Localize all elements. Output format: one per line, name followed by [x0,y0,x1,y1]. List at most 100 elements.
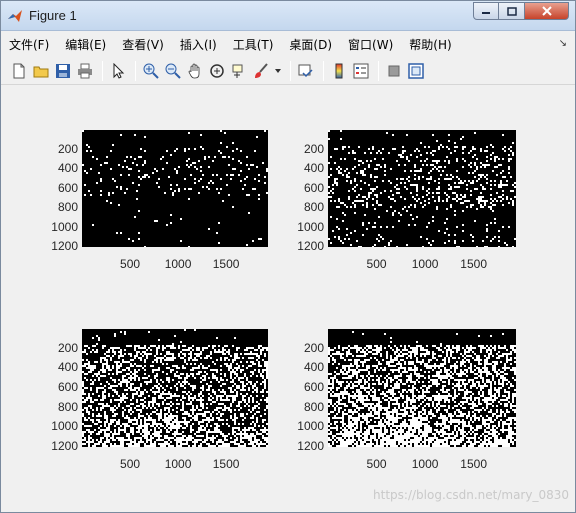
open-file-button[interactable] [31,61,51,81]
rotate-3d-icon [210,63,224,78]
y-tick-label: 1200 [297,239,324,253]
link-plot-button[interactable] [296,61,316,81]
zoom-in-button[interactable] [141,61,161,81]
y-tick-label: 600 [57,380,78,394]
binary-image [328,130,516,247]
x-tick-label: 1000 [411,257,439,271]
figure-toolbar [1,57,575,85]
menu-bar: 文件(F) 编辑(E) 查看(V) 插入(I) 工具(T) 桌面(D) 窗口(W… [1,32,575,56]
x-tick-label: 1500 [212,257,240,271]
y-tick-label: 800 [57,200,78,214]
data-cursor-icon [232,64,243,78]
y-tick-label: 400 [57,360,78,375]
pointer-button[interactable] [108,61,128,81]
zoom-in-icon [143,63,159,79]
x-tick-label: 1500 [460,457,487,471]
y-tick-label: 400 [57,161,78,175]
menu-edit[interactable]: 编辑(E) [65,36,106,53]
y-tick-label: 1000 [297,219,324,234]
x-tick-label: 1000 [164,457,192,471]
y-tick-label: 200 [303,340,324,355]
toolbar-separator [378,60,379,81]
save-icon [56,63,70,78]
pointer-icon [113,62,125,79]
menu-dock-arrow-icon[interactable]: ↘ [559,38,567,49]
menu-file[interactable]: 文件(F) [9,36,49,53]
print-icon [78,63,92,78]
maximize-button[interactable] [499,2,525,20]
pan-icon [188,63,200,78]
y-tick-label: 200 [303,141,324,156]
data-cursor-button[interactable] [229,61,249,81]
menu-window[interactable]: 窗口(W) [348,36,393,53]
watermark-text: https://blog.csdn.net/mary_0830 [373,488,569,502]
binary-image [82,329,268,447]
y-tick-label: 1200 [51,239,78,253]
zoom-out-icon [165,63,181,79]
title-bar[interactable]: Figure 1 [1,1,575,31]
zoom-out-button[interactable] [163,61,183,81]
y-tick-label: 1200 [51,439,78,453]
brush-button[interactable] [251,61,271,81]
rotate-3d-button[interactable] [207,61,227,81]
legend-button[interactable] [351,61,371,81]
window-title: Figure 1 [29,8,77,23]
brush-dropdown-button[interactable] [273,61,283,81]
matlab-logo-icon [8,10,22,22]
binary-image [328,329,516,447]
menu-view[interactable]: 查看(V) [122,36,164,53]
y-tick-label: 1200 [297,439,324,453]
y-tick-label: 800 [57,399,78,414]
y-tick-label: 800 [303,200,324,214]
y-tick-label: 600 [303,180,324,195]
x-tick-label: 500 [366,457,387,471]
x-tick-label: 1500 [212,457,240,471]
legend-icon [353,63,369,78]
y-tick-label: 1000 [51,219,78,234]
maximize-icon [506,6,517,16]
menu-insert[interactable]: 插入(I) [180,36,217,53]
toolbar-separator [323,60,324,81]
x-tick-label: 500 [366,257,387,271]
toolbar-separator [135,60,136,81]
figure-canvas[interactable]: 200 400 600 800 1000 1200 500 1000 1500 200 400 600… [7,87,569,507]
menu-desktop[interactable]: 桌面(D) [289,36,332,53]
open-file-icon [33,66,49,77]
close-icon [541,6,552,16]
toolbar-separator [290,60,291,81]
menu-tools[interactable]: 工具(T) [233,36,274,53]
y-tick-label: 200 [57,340,78,355]
new-figure-button[interactable] [9,61,29,81]
y-tick-label: 400 [303,360,324,375]
y-tick-label: 1000 [297,419,324,434]
y-tick-label: 600 [303,380,324,394]
hide-plot-tools-button[interactable] [384,61,404,81]
y-tick-label: 400 [303,161,324,175]
colorbar-button[interactable] [329,61,349,81]
y-tick-label: 1000 [51,419,78,434]
pan-button[interactable] [185,61,205,81]
x-tick-label: 1500 [460,257,487,271]
toolbar-separator [102,60,103,81]
new-figure-icon [13,63,25,78]
figure-window: Figure 1 文件(F) 编辑(E) 查看(V) 插入(I) 工具(T) 桌… [0,0,576,513]
binary-image [82,130,268,247]
menu-help[interactable]: 帮助(H) [409,36,451,53]
x-tick-label: 1000 [164,257,192,271]
show-plot-tools-button[interactable] [406,61,426,81]
save-button[interactable] [53,61,73,81]
hide-plot-tools-icon [388,65,400,76]
brush-icon [255,62,268,78]
close-button[interactable] [525,2,569,20]
link-plot-icon [298,64,313,77]
chevron-down-icon [275,68,281,73]
show-plot-tools-icon [408,62,424,79]
print-button[interactable] [75,61,95,81]
y-tick-label: 600 [57,180,78,195]
y-tick-label: 200 [57,141,78,156]
colorbar-icon [335,63,343,78]
x-tick-label: 500 [120,457,141,471]
x-tick-label: 1000 [411,457,439,471]
minimize-button[interactable] [473,2,499,20]
minimize-icon [482,12,490,14]
